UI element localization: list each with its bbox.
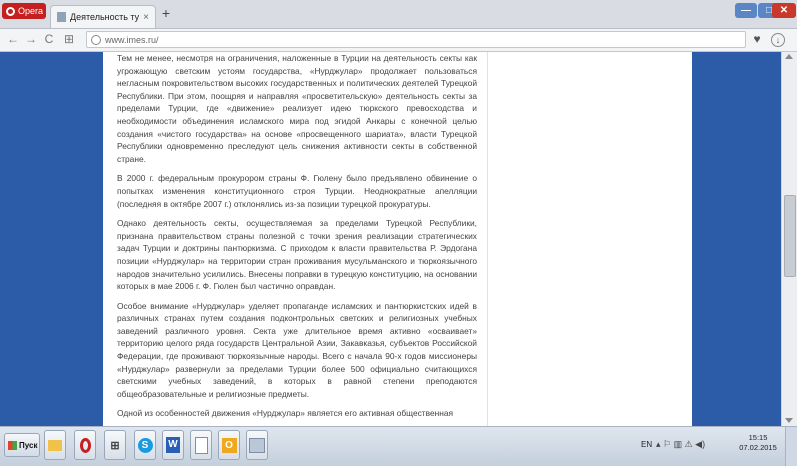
- paragraph-1: Тем не менее, несмотря на ограничения, н…: [117, 53, 477, 164]
- document-icon: [194, 436, 208, 454]
- opera-menu-label: Opera: [18, 6, 44, 16]
- outlook-icon: O: [221, 437, 237, 453]
- tab-close-icon[interactable]: ×: [143, 12, 149, 23]
- site-info-icon[interactable]: [91, 34, 101, 45]
- paragraph-5: Одной из особенностей движения «Нурджула…: [117, 408, 454, 419]
- taskbar-explorer[interactable]: [44, 430, 66, 460]
- address-text[interactable]: www.imes.ru/: [105, 35, 159, 45]
- taskbar-apps[interactable]: ⊞: [104, 430, 126, 460]
- paragraph-4: Особое внимание «Нурджулар» уделяет проп…: [117, 300, 477, 399]
- system-tray-icons[interactable]: ▴ ⚐ ▥ ⚠ ◀): [656, 439, 705, 450]
- vertical-scrollbar[interactable]: [781, 52, 797, 426]
- right-sidebar: [487, 52, 692, 426]
- minimize-button[interactable]: —: [735, 3, 757, 18]
- address-toolbar: ← → C ⊞ www.imes.ru/ ♥ ↓: [0, 29, 797, 52]
- paragraph-3: Однако деятельность секты, осуществляема…: [117, 218, 477, 292]
- page-favicon-icon: [57, 12, 66, 22]
- clock-time: 15:15: [748, 433, 768, 442]
- taskbar-word[interactable]: W: [162, 430, 184, 460]
- opera-logo-icon: [6, 6, 15, 16]
- reload-icon[interactable]: C: [42, 32, 56, 46]
- article-text: Тем не менее, несмотря на ограничения, н…: [117, 52, 477, 426]
- clock-date: 07.02.2015: [739, 443, 777, 452]
- forward-icon[interactable]: →: [24, 32, 38, 46]
- taskbar: Пуск ⊞ S W O EN ▴ ⚐ ▥ ⚠ ◀) 15:15 07.02.2…: [0, 426, 797, 466]
- opera-menu-button[interactable]: Opera: [2, 3, 46, 19]
- bookmark-heart-icon[interactable]: ♥: [750, 32, 764, 46]
- taskbar-outlook[interactable]: O: [218, 430, 240, 460]
- close-window-button[interactable]: ✕: [772, 3, 796, 18]
- new-tab-button[interactable]: +: [159, 6, 173, 20]
- clock[interactable]: 15:15 07.02.2015: [736, 433, 780, 453]
- window-icon: [249, 437, 265, 453]
- word-icon: W: [166, 437, 180, 453]
- address-field[interactable]: www.imes.ru/: [86, 31, 746, 48]
- web-page: Тем не менее, несмотря на ограничения, н…: [0, 52, 781, 426]
- paragraph-2: В 2000 г. федеральным прокурором страны …: [117, 173, 477, 209]
- skype-icon: S: [137, 437, 153, 453]
- start-label: Пуск: [19, 440, 38, 450]
- browser-title-bar: Opera Деятельность турецкой ре × + — □ ✕: [0, 0, 797, 29]
- scroll-up-icon[interactable]: [785, 54, 793, 59]
- scroll-down-icon[interactable]: [785, 418, 793, 423]
- tab-active[interactable]: Деятельность турецкой ре ×: [50, 5, 156, 28]
- start-button[interactable]: Пуск: [4, 433, 40, 457]
- language-indicator[interactable]: EN: [641, 440, 652, 449]
- tab-title: Деятельность турецкой ре: [70, 12, 140, 22]
- show-desktop-button[interactable]: [785, 427, 797, 466]
- speed-dial-icon[interactable]: ⊞: [62, 32, 76, 46]
- taskbar-document[interactable]: [190, 430, 212, 460]
- back-icon[interactable]: ←: [6, 32, 20, 46]
- scroll-thumb[interactable]: [784, 195, 796, 277]
- taskbar-window[interactable]: [246, 430, 268, 460]
- windows-logo-icon: [8, 440, 17, 450]
- apps-grid-icon: ⊞: [110, 439, 120, 452]
- opera-icon: [79, 437, 91, 453]
- downloads-icon[interactable]: ↓: [771, 33, 785, 47]
- taskbar-opera[interactable]: [74, 430, 96, 460]
- taskbar-skype[interactable]: S: [134, 430, 156, 460]
- folder-icon: [48, 439, 62, 451]
